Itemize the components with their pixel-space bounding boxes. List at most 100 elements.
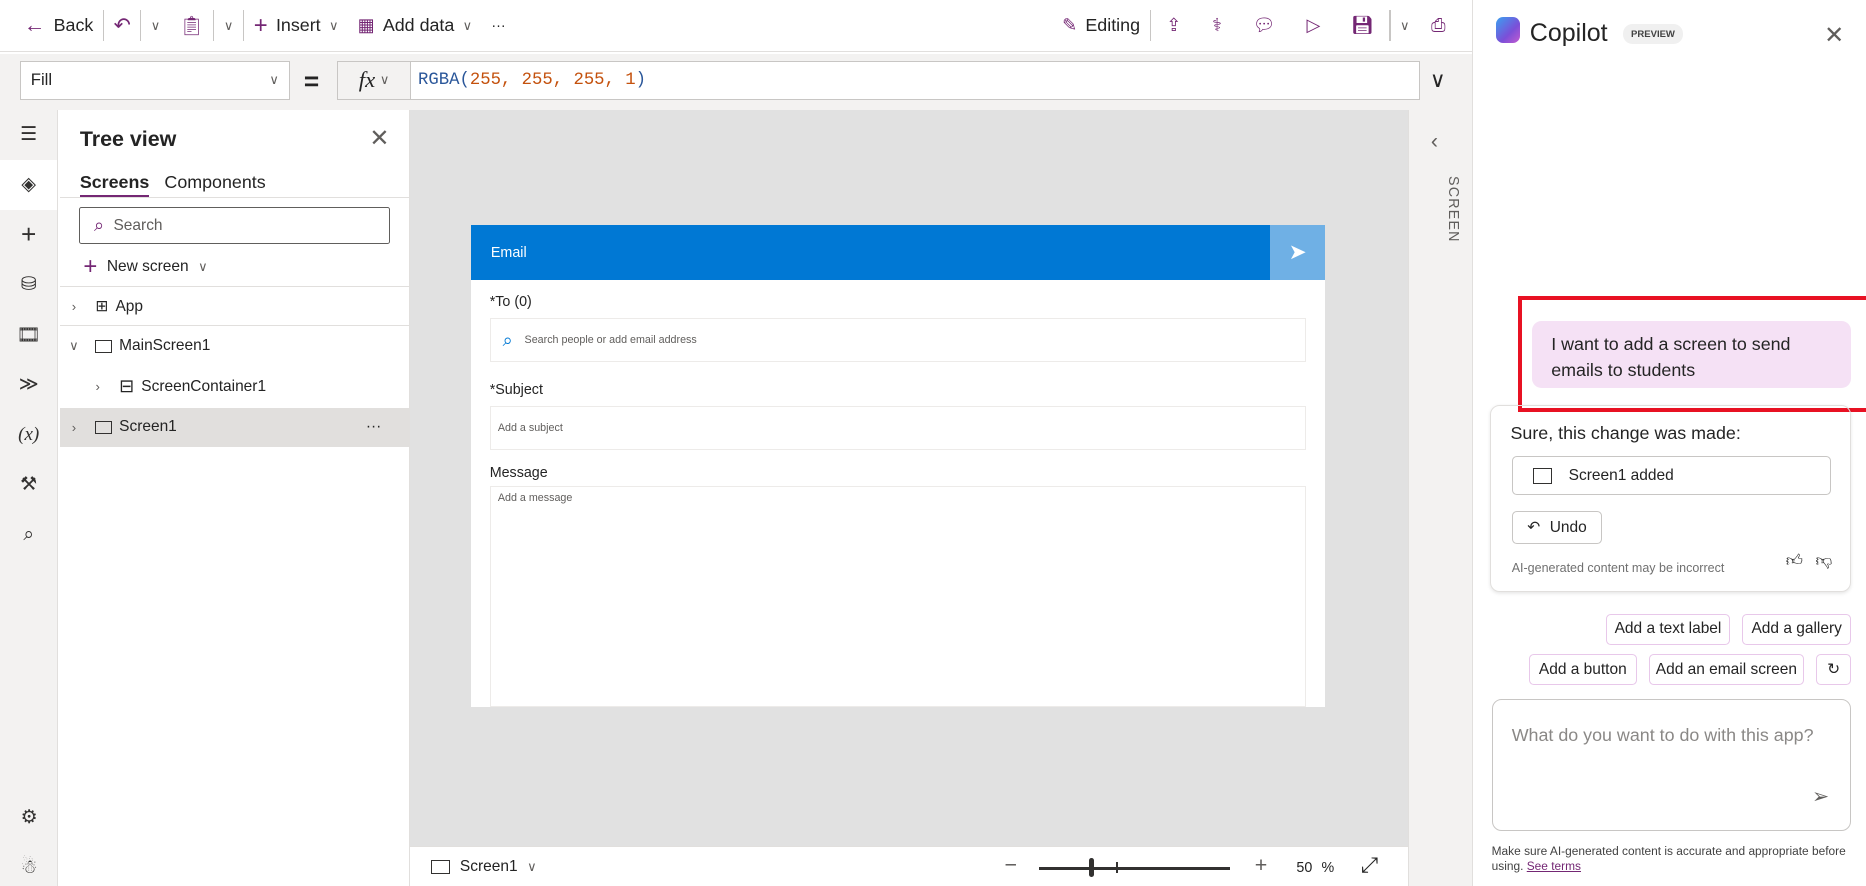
tree-item-app[interactable]: › ⊞ App <box>60 287 410 326</box>
tree-item-screencontainer1[interactable]: › ⊟ ScreenContainer1 <box>60 367 410 406</box>
container-icon: ⊟ <box>119 376 135 397</box>
close-icon: ✕ <box>369 124 390 152</box>
expand-formula-button[interactable]: ∨ <box>1430 68 1446 93</box>
save-dropdown[interactable]: ∨ <box>1391 0 1420 52</box>
disclaimer-text: AI-generated content may be incorrect <box>1511 561 1725 576</box>
fx-button[interactable]: fx ∨ <box>337 60 412 101</box>
footer-note: Make sure AI-generated content is accura… <box>1491 843 1846 874</box>
expand-properties-button[interactable]: ‹ <box>1431 129 1438 154</box>
property-dropdown[interactable]: Fill ∨ <box>20 60 290 101</box>
copilot-panel: Copilot PREVIEW ✕ I want to add a screen… <box>1471 0 1866 886</box>
chevron-down-icon: ∨ <box>1400 17 1410 33</box>
subject-input[interactable]: Add a subject <box>489 406 1306 451</box>
settings-gear-icon[interactable]: ⚙ <box>0 792 58 842</box>
email-screen[interactable]: Email ➤ *To (0) ⌕ Search people or add em… <box>470 225 1325 707</box>
thumbs-up-icon: 👍︎ <box>1785 551 1804 571</box>
tab-components[interactable]: Components <box>164 172 265 193</box>
tree-item-mainscreen1[interactable]: ∨ MainScreen1 <box>60 326 410 365</box>
close-tree-button[interactable]: ✕ <box>369 124 389 153</box>
variables-icon[interactable]: (x) <box>0 410 57 460</box>
screen-selector[interactable]: Screen1 ∨ <box>431 858 537 876</box>
app-checker-button[interactable]: ⚕ <box>1197 0 1238 52</box>
chevron-down-icon: ∨ <box>269 72 279 88</box>
data-database-icon[interactable]: ⛁ <box>0 260 57 310</box>
add-data-button[interactable]: ▦ Add data ∨ <box>348 0 482 52</box>
thumbs-down-button[interactable]: 👎︎ <box>1816 551 1833 571</box>
formula-input[interactable]: RGBA(255, 255, 255, 1) <box>409 60 1421 101</box>
play-icon: ▷ <box>1306 15 1321 36</box>
share-button[interactable]: ⇪ <box>1151 0 1197 52</box>
suggestion-add-email-screen[interactable]: Add an email screen <box>1648 654 1804 686</box>
fit-to-window-button[interactable]: ⤢ <box>1361 853 1378 878</box>
media-icon[interactable]: 🎞︎ <box>0 310 57 360</box>
clipboard-icon: 📋︎ <box>179 15 204 37</box>
editing-button[interactable]: ✎ Editing <box>1053 0 1150 52</box>
chevron-right-icon: › <box>71 419 77 435</box>
close-copilot-button[interactable]: ✕ <box>1824 21 1844 50</box>
divider <box>59 196 410 198</box>
tools-icon[interactable]: ⚒ <box>0 460 57 510</box>
suggestion-add-button[interactable]: Add a button <box>1528 654 1637 686</box>
equals-sign: = <box>303 65 320 96</box>
paste-dropdown[interactable]: ∨ <box>214 0 243 52</box>
zoom-unit: % <box>1321 860 1335 877</box>
more-button[interactable]: ··· <box>482 0 515 52</box>
suggestion-add-gallery[interactable]: Add a gallery <box>1741 613 1852 645</box>
to-input[interactable]: ⌕ Search people or add email address <box>489 318 1306 363</box>
save-icon: 💾︎ <box>1351 15 1374 36</box>
insert-plus-icon[interactable]: + <box>0 210 57 260</box>
thumbs-down-icon: 👎︎ <box>1815 551 1833 571</box>
message-input[interactable]: Add a message <box>489 486 1306 707</box>
chevron-down-icon: ∨ <box>223 17 234 33</box>
plus-icon: + <box>253 11 268 39</box>
thumbs-up-button[interactable]: 👍︎ <box>1786 551 1803 571</box>
command-bar: ← Back ↶ ∨ 📋︎ ∨ + Insert ∨ ▦ Add data ∨ ··· ✎… <box>0 0 1472 53</box>
chevron-left-icon: ‹ <box>1430 128 1438 153</box>
send-button[interactable]: ➢ <box>1812 784 1829 809</box>
canvas: Email ➤ *To (0) ⌕ Search people or add em… <box>409 109 1409 846</box>
hamburger-menu-icon[interactable]: ☰ <box>0 110 57 160</box>
chevron-down-icon: ∨ <box>198 258 208 274</box>
more-options-button[interactable]: ··· <box>366 418 381 436</box>
preview-button[interactable]: ▷ <box>1291 0 1336 52</box>
back-button[interactable]: ← Back <box>0 0 103 52</box>
subject-label: *Subject <box>489 382 543 399</box>
copilot-input[interactable]: What do you want to do with this app? ➢ <box>1491 699 1852 831</box>
save-button[interactable]: 💾︎ <box>1336 0 1390 52</box>
send-button[interactable]: ➤ <box>1270 225 1325 280</box>
chevron-right-icon: › <box>95 379 100 395</box>
comments-button[interactable]: 💬︎ <box>1237 0 1291 52</box>
user-message: I want to add a screen to send emails to… <box>1532 320 1852 389</box>
publish-button[interactable]: ⎙ <box>1419 0 1471 52</box>
tree-view-layers-icon[interactable]: ◈ <box>0 159 58 210</box>
zoom-slider-thumb[interactable] <box>1089 857 1094 877</box>
zoom-in-button[interactable]: + <box>1255 853 1268 878</box>
insert-button[interactable]: + Insert ∨ <box>244 0 348 52</box>
change-item[interactable]: Screen1 added <box>1511 456 1832 496</box>
chevron-down-icon: ∨ <box>379 72 390 88</box>
suggestion-add-text-label[interactable]: Add a text label <box>1606 613 1730 645</box>
app-icon: ⊞ <box>95 298 109 316</box>
left-rail: ☰ ◈ + ⛁ 🎞︎ ≫ (x) ⚒ ⌕ ⚙ ☃ <box>0 109 59 886</box>
chevron-down-icon: ∨ <box>462 17 473 33</box>
undo-button[interactable]: ↶ Undo <box>1511 510 1603 545</box>
undo-dropdown[interactable]: ∨ <box>141 0 170 52</box>
virtual-agent-icon[interactable]: ☃ <box>0 842 58 886</box>
search-icon[interactable]: ⌕ <box>0 510 57 560</box>
see-terms-link[interactable]: See terms <box>1527 859 1581 873</box>
zoom-slider[interactable] <box>1039 867 1230 870</box>
preview-badge: PREVIEW <box>1622 23 1684 45</box>
zoom-out-button[interactable]: − <box>1004 853 1017 878</box>
send-icon: ➢ <box>1811 785 1829 808</box>
new-screen-button[interactable]: + New screen ∨ <box>83 253 207 281</box>
tree-search-input[interactable]: ⌕ Search <box>78 207 390 245</box>
refresh-suggestions-button[interactable]: ↻ <box>1815 654 1852 686</box>
undo-button[interactable]: ↶ <box>104 0 140 52</box>
tree-item-screen1[interactable]: › Screen1 ··· <box>59 407 410 447</box>
zoom-slider-tick <box>1116 862 1118 874</box>
paste-button[interactable]: 📋︎ <box>170 0 213 52</box>
copilot-logo-icon <box>1496 16 1521 43</box>
tab-screens[interactable]: Screens <box>79 172 150 197</box>
power-automate-icon[interactable]: ≫ <box>0 360 57 410</box>
undo-icon: ↶ <box>113 15 131 38</box>
